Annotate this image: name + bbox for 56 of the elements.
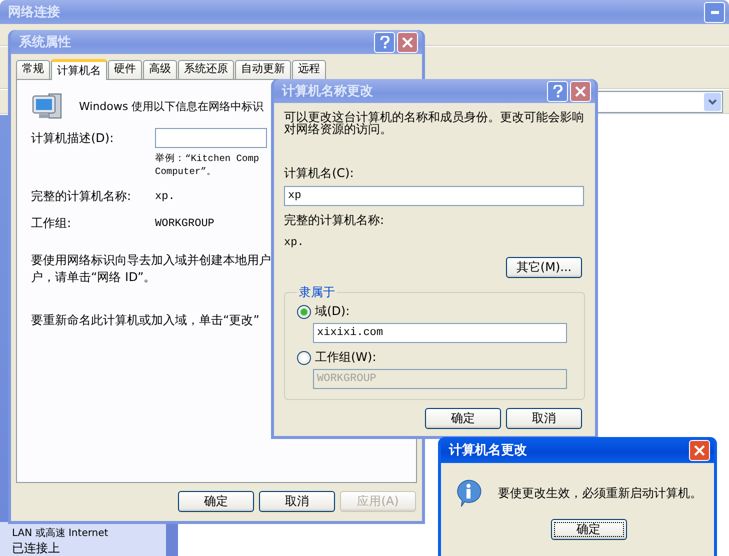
dialog-button[interactable]: 取消 [259,491,335,512]
tab[interactable]: 远程 [292,60,326,79]
window-title: 系统属性 [19,34,71,51]
help-button[interactable] [547,80,568,102]
message-text: 要使更改生效，必须重新启动计算机。 [498,484,702,502]
dialog-button[interactable]: 确定 [425,408,501,429]
window-title: 计算机名更改 [449,442,527,459]
tab[interactable]: 自动更新 [235,60,291,79]
help-icon [552,84,562,98]
ok-button[interactable]: 确定 [550,519,626,540]
tab[interactable]: 高级 [143,60,177,79]
field-label: 计算机名(C): [284,165,355,182]
intro-text: Windows 使用以下信息在网络中标识 [79,98,264,114]
close-button[interactable] [570,80,591,102]
tab[interactable]: 硬件 [108,60,142,79]
more-button[interactable]: 其它(M)... [506,257,582,278]
address-field[interactable] [597,91,723,113]
instruction-text: 户，请单击“网络 ID”。 [31,269,156,286]
field-label: 完整的计算机名称: [31,188,132,205]
radio-option[interactable]: 域(D): [297,303,350,320]
window-title: 计算机名称更改 [282,83,373,100]
dialog-button[interactable]: 确定 [178,491,254,512]
chevron-down-icon [708,99,717,105]
window-title: 网络连接 [8,4,60,21]
full-name-value: xp. [155,190,175,202]
workgroup-value: WORKGROUP [155,218,214,230]
close-icon [575,86,586,96]
field-label: 计算机描述(D): [31,130,115,146]
input-field[interactable]: xixixi.com [313,323,567,343]
tab[interactable]: 系统还原 [178,60,234,79]
tab[interactable]: 计算机名 [51,59,107,80]
close-button[interactable] [689,440,710,460]
instruction-text: 要重新命名此计算机或加入域，单击“更改” [31,312,260,329]
close-icon [694,444,705,456]
dialog-button[interactable]: 取消 [506,408,582,429]
group-legend: 隶属于 [297,284,337,301]
description-field[interactable] [155,128,267,148]
radio-button[interactable] [297,304,311,318]
close-button[interactable] [397,32,418,52]
field-label: 完整的计算机名称: [284,212,386,229]
help-icon [380,36,390,48]
detail-text: 已连接上 [12,541,60,556]
example-text: Computer”。 [155,165,216,178]
dropdown-button[interactable] [704,93,721,111]
computer-name-field[interactable]: xp [284,186,584,206]
example-text: 举例：“Kitchen Comp [155,152,260,165]
instruction-text: 要使用网络标识向导去加入域并创建本地用户 [31,252,271,269]
tab[interactable]: 常规 [16,60,50,79]
full-name-value: xp. [284,237,305,249]
field-label: 工作组: [31,215,72,232]
intro-text: 可以更改这台计算机的名称和成员身份。更改可能会影响对网络资源的访问。 [284,111,584,135]
minimize-icon [710,10,718,14]
help-button[interactable] [374,32,395,52]
close-icon [402,36,413,48]
detail-text: LAN 或高速 Internet [12,526,108,541]
minimize-button[interactable] [704,2,725,22]
